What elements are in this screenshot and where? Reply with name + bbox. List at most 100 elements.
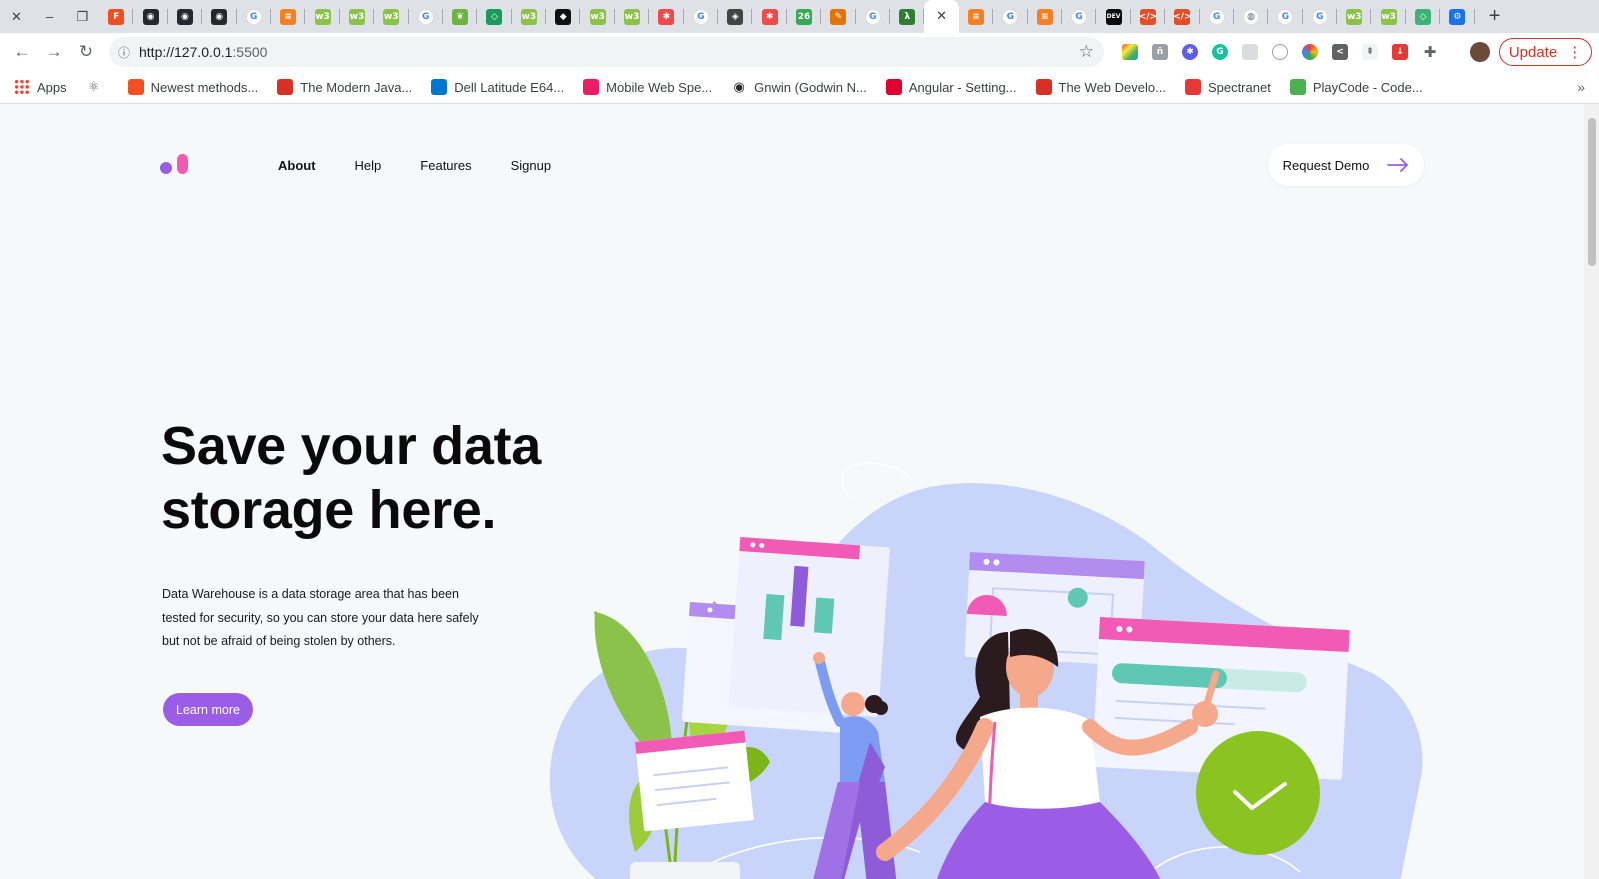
browser-tab[interactable]: ≡ <box>271 0 306 33</box>
color-wheel-extension-icon[interactable] <box>1298 40 1322 64</box>
url-text[interactable]: http://127.0.0.1:5500 <box>139 44 267 60</box>
browser-tab[interactable]: ✱ <box>752 0 788 33</box>
bookmark-item[interactable]: ⚛ <box>85 79 109 95</box>
bookmark-label: Gnwin (Godwin N... <box>754 79 867 95</box>
extension-icon[interactable]: ⇞ <box>1358 40 1382 64</box>
bookmark-item[interactable]: The Web Develo... <box>1035 79 1166 95</box>
globe-icon: ◍ <box>1243 8 1260 25</box>
minimize-window-icon[interactable]: – <box>33 0 66 33</box>
scrollbar-thumb[interactable] <box>1588 118 1596 266</box>
browser-tab[interactable]: ◆ <box>546 0 581 33</box>
browser-tab[interactable]: w3 <box>1337 0 1372 33</box>
browser-tab[interactable]: ◇ <box>477 0 513 33</box>
w3schools-icon: w3 <box>383 8 400 25</box>
browser-tab[interactable]: ◇ <box>1406 0 1441 33</box>
browser-tab[interactable]: ⚙ <box>1440 0 1476 33</box>
extension-icon[interactable]: < <box>1328 40 1352 64</box>
browser-tab[interactable]: ✕ <box>924 0 959 33</box>
github-icon: ◉ <box>142 8 159 25</box>
browser-tab[interactable]: ✎ <box>821 0 856 33</box>
nav-about[interactable]: About <box>278 158 316 173</box>
bookmarks-bar: Apps ⚛ Newest methods... The Modern Java...… <box>0 71 1599 104</box>
bookmark-item[interactable]: The Modern Java... <box>277 79 412 95</box>
browser-tab[interactable]: ❦ <box>443 0 478 33</box>
stackoverflow-icon: ≡ <box>967 8 984 25</box>
bookmarks-overflow-icon[interactable]: » <box>1577 79 1585 95</box>
browser-tab[interactable]: ◈ <box>718 0 753 33</box>
bookmark-item[interactable]: Mobile Web Spe... <box>583 79 712 95</box>
browser-tab[interactable]: G <box>1303 0 1338 33</box>
browser-tab[interactable]: </> <box>1131 0 1166 33</box>
address-bar[interactable]: ⓘ http://127.0.0.1:5500 ☆ <box>109 37 1104 67</box>
browser-tab[interactable]: w3 <box>374 0 409 33</box>
nav-signup[interactable]: Signup <box>511 158 551 173</box>
browser-tab[interactable]: DEV <box>1096 0 1132 33</box>
google-icon: G <box>864 8 881 25</box>
browser-tab[interactable]: G <box>1062 0 1097 33</box>
leaf-icon: ❦ <box>452 8 469 25</box>
bookmark-item[interactable]: PlayCode - Code... <box>1289 79 1423 95</box>
browser-tab[interactable]: ≡ <box>1028 0 1063 33</box>
browser-tab[interactable]: G <box>409 0 444 33</box>
browser-tab[interactable]: ◉ <box>202 0 237 33</box>
browser-tab[interactable]: ◍ <box>1234 0 1269 33</box>
restore-window-icon[interactable]: ❐ <box>66 0 99 33</box>
browser-tab[interactable]: G <box>1268 0 1304 33</box>
request-demo-button[interactable]: Request Demo <box>1268 144 1424 186</box>
close-window-icon[interactable]: ✕ <box>0 0 33 33</box>
browser-tab[interactable]: ◉ <box>133 0 169 33</box>
browser-tab[interactable]: G <box>993 0 1028 33</box>
browser-tab[interactable]: ◉ <box>168 0 203 33</box>
bookmark-item[interactable]: Spectranet <box>1184 79 1271 95</box>
browser-tab[interactable]: w3 <box>615 0 650 33</box>
bookmark-item[interactable]: ◉ Gnwin (Godwin N... <box>731 79 867 95</box>
extension-icon[interactable] <box>1238 40 1262 64</box>
update-button[interactable]: Update ⋮ <box>1499 38 1592 66</box>
browser-tab[interactable]: G <box>856 0 891 33</box>
bookmark-label: Angular - Setting... <box>908 79 1017 95</box>
browser-tab[interactable]: ≡ <box>959 0 994 33</box>
dev-icon: DEV <box>1105 8 1122 25</box>
grammarly-icon[interactable]: G <box>1208 40 1232 64</box>
page-scrollbar[interactable] <box>1584 104 1599 879</box>
bookmark-item[interactable]: Newest methods... <box>127 79 258 95</box>
new-tab-button[interactable]: + <box>1475 0 1515 33</box>
site-info-icon[interactable]: ⓘ <box>109 44 139 61</box>
nav-help[interactable]: Help <box>355 158 382 173</box>
hero-illustration <box>549 462 1423 879</box>
w3schools-icon: w3 <box>348 8 365 25</box>
colorzilla-extension-icon[interactable] <box>1118 40 1142 64</box>
browser-tab[interactable]: 26 <box>787 0 822 33</box>
browser-tab[interactable]: F <box>99 0 134 33</box>
puzzle-icon[interactable]: ✚ <box>1418 40 1442 64</box>
download-extension-icon[interactable]: ↓ <box>1388 40 1412 64</box>
update-label: Update <box>1508 43 1558 61</box>
browser-tab[interactable]: w3 <box>305 0 341 33</box>
browser-tab[interactable]: w3 <box>580 0 616 33</box>
forward-button[interactable]: → <box>38 36 70 68</box>
gear-extension-icon[interactable]: ✱ <box>1178 40 1202 64</box>
browser-tab[interactable]: ✱ <box>649 0 685 33</box>
browser-tab[interactable]: λ <box>890 0 925 33</box>
bookmark-item[interactable]: Apps <box>14 79 67 95</box>
back-button[interactable]: ← <box>6 36 38 68</box>
bookmark-item[interactable]: Dell Latitude E64... <box>431 79 564 95</box>
browser-tab[interactable]: w3 <box>340 0 375 33</box>
browser-tab[interactable]: w3 <box>1371 0 1407 33</box>
timer-extension-icon[interactable] <box>1268 40 1292 64</box>
bookmark-item[interactable]: Angular - Setting... <box>885 79 1017 95</box>
browser-tab[interactable]: G <box>684 0 719 33</box>
browser-tab[interactable]: </> <box>1165 0 1200 33</box>
browser-tab[interactable]: G <box>1200 0 1235 33</box>
reload-button[interactable]: ↻ <box>70 36 102 68</box>
browser-tab[interactable]: G <box>237 0 272 33</box>
browser-tab[interactable]: w3 <box>512 0 547 33</box>
extension-icon[interactable]: ñ <box>1148 40 1172 64</box>
nav-features[interactable]: Features <box>420 158 471 173</box>
lambda-icon: λ <box>899 8 916 25</box>
bookmark-label: Apps <box>37 79 67 95</box>
learn-more-button[interactable]: Learn more <box>163 693 253 726</box>
site-logo[interactable] <box>160 154 190 176</box>
bookmark-star-icon[interactable]: ☆ <box>1079 42 1094 62</box>
profile-avatar[interactable] <box>1470 42 1490 62</box>
